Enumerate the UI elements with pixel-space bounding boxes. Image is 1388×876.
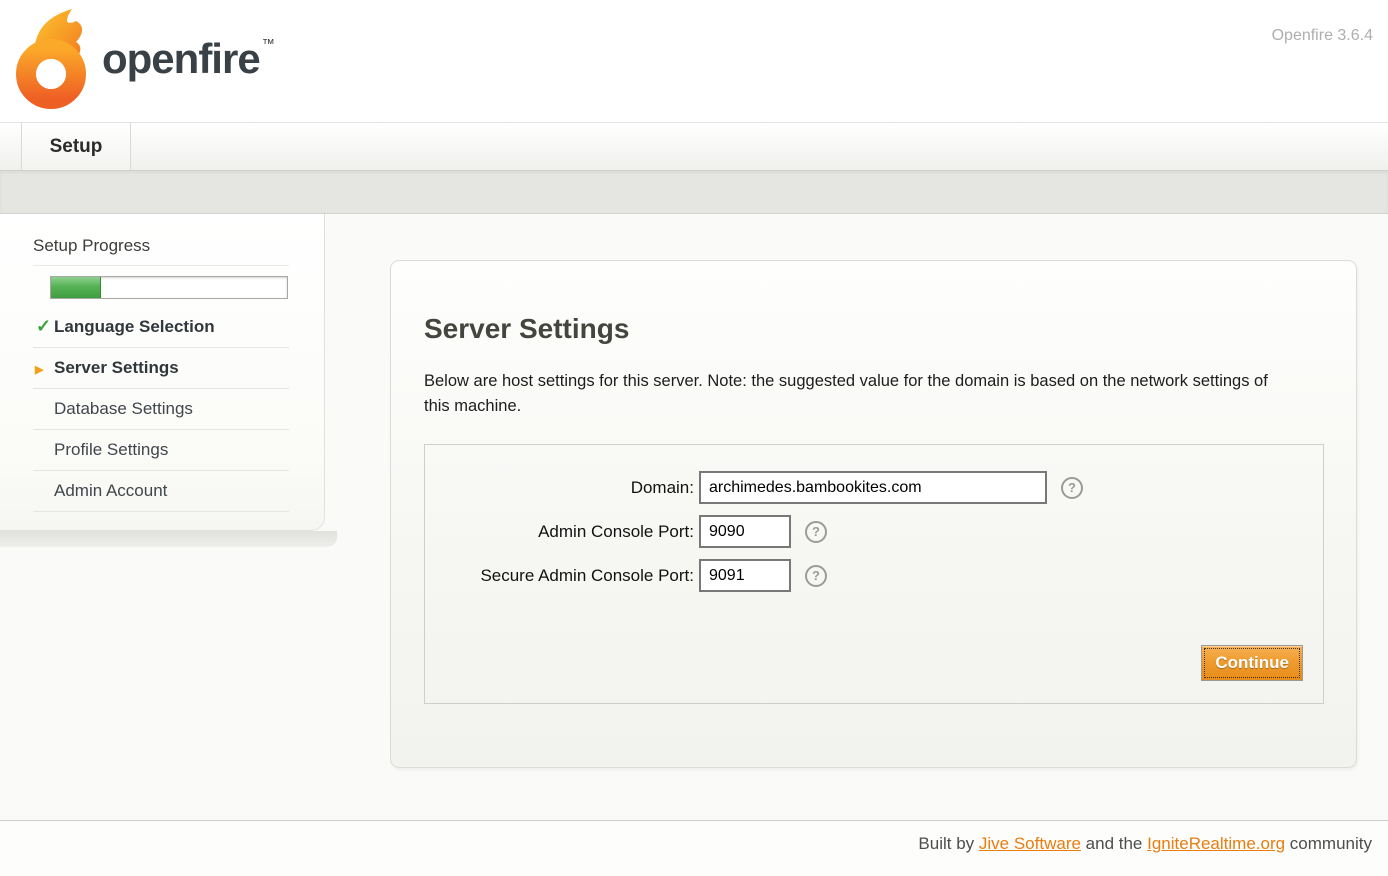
footer-middle: and the <box>1081 834 1147 853</box>
openfire-logo: openfire ™ <box>16 8 275 110</box>
trademark-symbol: ™ <box>262 36 275 51</box>
step-server-settings: ▶ Server Settings <box>33 348 289 389</box>
check-icon: ✓ <box>36 316 51 337</box>
step-label: Database Settings <box>54 399 193 418</box>
sidebar-shadow <box>0 531 337 547</box>
tab-setup-label: Setup <box>50 136 103 157</box>
help-icon[interactable]: ? <box>805 521 827 543</box>
footer-credits: Built by Jive Software and the IgniteRea… <box>0 821 1388 854</box>
step-label: Language Selection <box>54 317 215 336</box>
secure-admin-console-port-input[interactable] <box>699 559 791 592</box>
footer-suffix: community <box>1285 834 1372 853</box>
setup-progress-sidebar: Setup Progress ✓ Language Selection ▶ Se… <box>0 214 325 531</box>
help-icon[interactable]: ? <box>805 565 827 587</box>
arrow-right-icon: ▶ <box>35 363 43 376</box>
page-description: Below are host settings for this server.… <box>424 369 1289 419</box>
tab-bar: Setup <box>0 123 1388 171</box>
step-database-settings: Database Settings <box>33 389 289 430</box>
logo-wordmark: openfire <box>102 35 260 83</box>
jive-software-link[interactable]: Jive Software <box>979 834 1081 853</box>
admin-console-port-input[interactable] <box>699 515 791 548</box>
sidebar-title: Setup Progress <box>33 236 289 266</box>
footer: Built by Jive Software and the IgniteRea… <box>0 820 1388 876</box>
header: openfire ™ Openfire 3.6.4 <box>0 0 1388 123</box>
server-settings-form: Domain: ? Admin Console Port: ? Secure A… <box>424 444 1324 704</box>
secure-admin-console-port-label: Secure Admin Console Port: <box>425 566 699 586</box>
version-label: Openfire 3.6.4 <box>1272 27 1373 45</box>
form-row-domain: Domain: ? <box>425 471 1323 504</box>
main-panel: Server Settings Below are host settings … <box>390 260 1357 768</box>
step-label: Server Settings <box>54 358 179 377</box>
domain-input[interactable] <box>699 471 1047 504</box>
continue-button[interactable]: Continue <box>1201 645 1303 681</box>
step-language-selection: ✓ Language Selection <box>33 307 289 348</box>
setup-progress-bar <box>50 276 288 299</box>
step-admin-account: Admin Account <box>33 471 289 512</box>
tab-setup[interactable]: Setup <box>21 123 131 170</box>
sub-nav-bar <box>0 171 1388 214</box>
setup-progress-fill <box>51 277 101 298</box>
form-row-secure-admin-port: Secure Admin Console Port: ? <box>425 559 1323 592</box>
step-label: Profile Settings <box>54 440 168 459</box>
form-row-admin-port: Admin Console Port: ? <box>425 515 1323 548</box>
help-icon[interactable]: ? <box>1061 477 1083 499</box>
footer-prefix: Built by <box>918 834 978 853</box>
openfire-flame-icon <box>16 8 94 110</box>
content-area: Setup Progress ✓ Language Selection ▶ Se… <box>0 214 1388 820</box>
openfire-setup-page: openfire ™ Openfire 3.6.4 Setup Setup Pr… <box>0 0 1388 876</box>
page-title: Server Settings <box>424 313 1324 345</box>
igniterealtime-link[interactable]: IgniteRealtime.org <box>1147 834 1285 853</box>
domain-label: Domain: <box>425 478 699 498</box>
step-profile-settings: Profile Settings <box>33 430 289 471</box>
setup-steps-list: ✓ Language Selection ▶ Server Settings D… <box>33 307 289 512</box>
step-label: Admin Account <box>54 481 167 500</box>
admin-console-port-label: Admin Console Port: <box>425 522 699 542</box>
